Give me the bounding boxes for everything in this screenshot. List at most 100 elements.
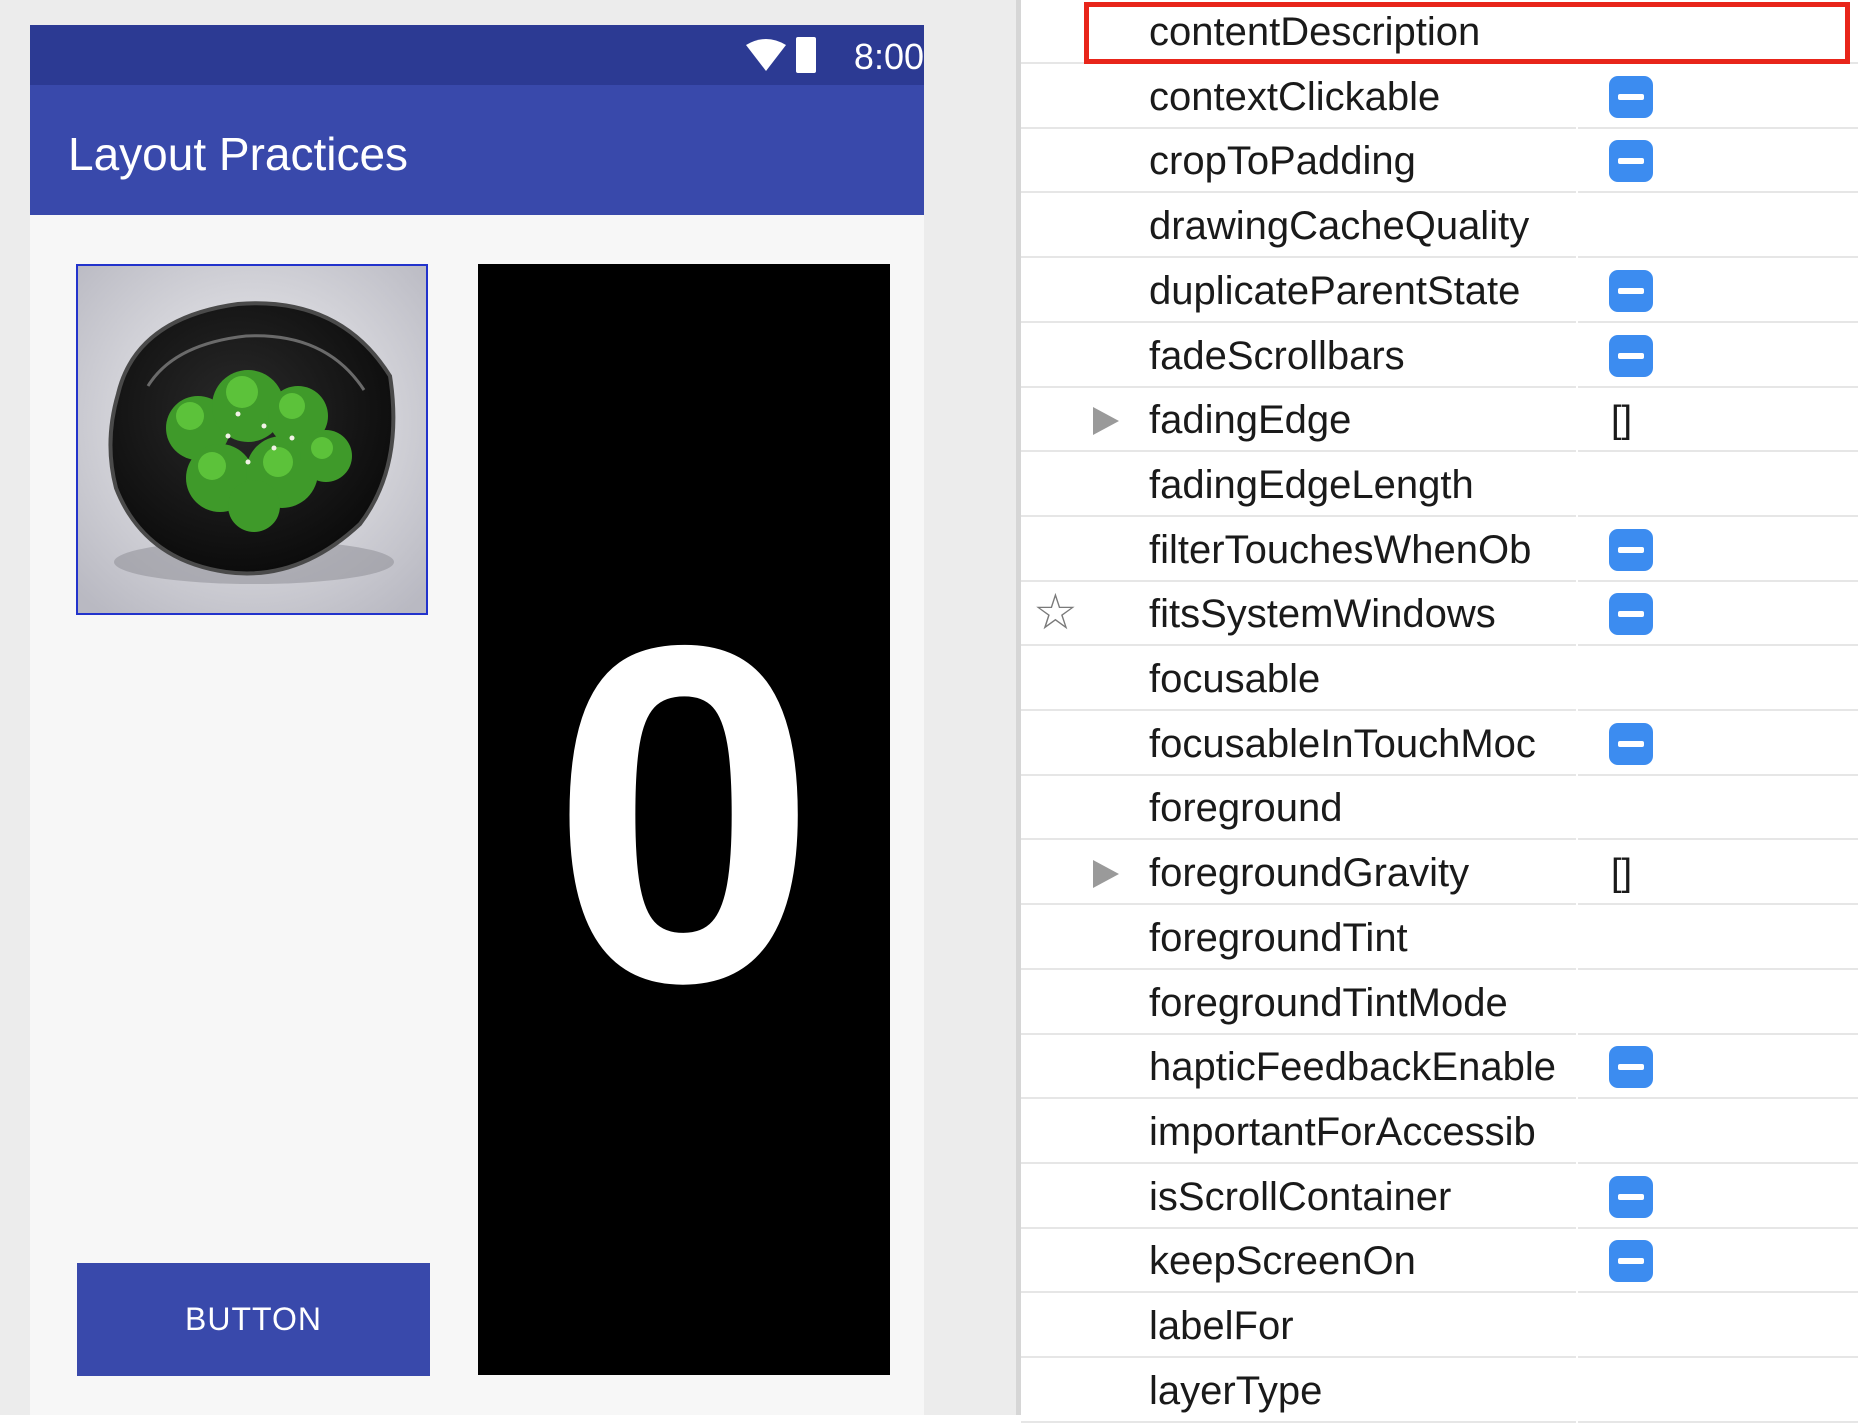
column-divider: [1576, 518, 1578, 582]
attribute-name: foregroundGravity: [1149, 851, 1470, 895]
attribute-row[interactable]: fadingEdge []: [1021, 388, 1858, 452]
minus-toggle-icon[interactable]: [1609, 1046, 1653, 1088]
minus-toggle-icon[interactable]: [1609, 335, 1653, 377]
attribute-name: focusable: [1149, 657, 1321, 701]
row-divider: [1021, 1356, 1858, 1358]
column-divider: [1576, 453, 1578, 517]
attribute-row[interactable]: duplicateParentState: [1021, 259, 1858, 323]
attribute-name: foregroundTintMode: [1149, 981, 1508, 1025]
attribute-name: drawingCacheQuality: [1149, 204, 1530, 248]
minus-toggle-icon[interactable]: [1609, 529, 1653, 571]
attribute-row[interactable]: cropToPadding: [1021, 129, 1858, 193]
counter-display: 0: [478, 264, 890, 1375]
column-divider: [1576, 388, 1578, 452]
column-divider: [1576, 647, 1578, 711]
attribute-row[interactable]: focusable: [1021, 647, 1858, 711]
minus-toggle-icon[interactable]: [1609, 723, 1653, 765]
column-divider: [1576, 194, 1578, 258]
column-divider: [1576, 906, 1578, 970]
row-divider: [1021, 191, 1858, 193]
attribute-row[interactable]: contextClickable: [1021, 65, 1858, 129]
column-divider: [1576, 1294, 1578, 1358]
column-divider: [1576, 324, 1578, 388]
column-divider: [1576, 971, 1578, 1035]
attribute-name: importantForAccessib: [1149, 1110, 1536, 1154]
minus-toggle-icon[interactable]: [1609, 140, 1653, 182]
attribute-row[interactable]: hapticFeedbackEnable: [1021, 1035, 1858, 1099]
attribute-row[interactable]: ☆ fitsSystemWindows: [1021, 582, 1858, 646]
row-divider: [1021, 1162, 1858, 1164]
attribute-row[interactable]: isScrollContainer: [1021, 1165, 1858, 1229]
attribute-name: focusableInTouchMoc: [1149, 722, 1536, 766]
minus-toggle-icon[interactable]: [1609, 1176, 1653, 1218]
column-divider: [1576, 65, 1578, 129]
attributes-inspector: contentDescription contextClickable cropTo…: [1021, 0, 1858, 1423]
attribute-name: labelFor: [1149, 1304, 1294, 1348]
attribute-name: keepScreenOn: [1149, 1239, 1416, 1283]
row-divider: [1021, 709, 1858, 711]
expand-arrow-icon[interactable]: [1093, 860, 1119, 888]
phone-screen: 8:00 Layout Practices 0 BUTTON: [30, 25, 924, 1415]
battery-icon: [796, 37, 816, 73]
app-title: Layout Practices: [68, 128, 409, 180]
column-divider: [1576, 1165, 1578, 1229]
column-divider: [1576, 1100, 1578, 1164]
attribute-name: cropToPadding: [1149, 139, 1416, 183]
expand-arrow-icon[interactable]: [1093, 407, 1119, 435]
column-divider: [1576, 259, 1578, 323]
attribute-row[interactable]: importantForAccessib: [1021, 1100, 1858, 1164]
row-divider: [1021, 1097, 1858, 1099]
row-divider: [1021, 62, 1858, 64]
row-divider: [1021, 903, 1858, 905]
minus-toggle-icon[interactable]: [1609, 270, 1653, 312]
column-divider: [1576, 841, 1578, 905]
column-divider: [1576, 1035, 1578, 1099]
broccoli-bowl-image[interactable]: [76, 264, 428, 615]
attribute-name: fadingEdgeLength: [1149, 463, 1474, 507]
column-divider: [1576, 1359, 1578, 1423]
attribute-value[interactable]: []: [1611, 396, 1632, 444]
column-divider: [1576, 776, 1578, 840]
attribute-row[interactable]: fadingEdgeLength: [1021, 453, 1858, 517]
attribute-name: contentDescription: [1149, 10, 1481, 54]
column-divider: [1576, 1229, 1578, 1293]
attribute-name: filterTouchesWhenOb: [1149, 528, 1532, 572]
attribute-name: fadingEdge: [1149, 398, 1352, 442]
attribute-row[interactable]: drawingCacheQuality: [1021, 194, 1858, 258]
minus-toggle-icon[interactable]: [1609, 76, 1653, 118]
attribute-name: fadeScrollbars: [1149, 334, 1405, 378]
minus-toggle-icon[interactable]: [1609, 593, 1653, 635]
counter-value: 0: [550, 545, 818, 1082]
attribute-name: duplicateParentState: [1149, 269, 1521, 313]
minus-toggle-icon[interactable]: [1609, 1240, 1653, 1282]
attribute-row[interactable]: layerType: [1021, 1359, 1858, 1423]
column-divider: [1576, 129, 1578, 193]
status-icons: [744, 33, 834, 82]
column-divider: [1576, 582, 1578, 646]
attribute-row[interactable]: foreground: [1021, 776, 1858, 840]
attribute-name: foreground: [1149, 786, 1343, 830]
status-time: 8:00: [853, 36, 924, 77]
attribute-row[interactable]: foregroundTintMode: [1021, 971, 1858, 1035]
attribute-value[interactable]: []: [1611, 849, 1632, 897]
app-bar: Layout Practices: [30, 85, 924, 215]
attribute-name: fitsSystemWindows: [1149, 592, 1496, 636]
star-icon[interactable]: ☆: [1033, 584, 1078, 640]
attribute-row[interactable]: keepScreenOn: [1021, 1229, 1858, 1293]
status-bar: 8:00: [30, 25, 924, 85]
attribute-row[interactable]: labelFor: [1021, 1294, 1858, 1358]
attribute-name: layerType: [1149, 1369, 1323, 1413]
attribute-name: foregroundTint: [1149, 916, 1408, 960]
attribute-row[interactable]: fadeScrollbars: [1021, 324, 1858, 388]
row-divider: [1021, 1291, 1858, 1293]
row-divider: [1021, 321, 1858, 323]
row-divider: [1021, 644, 1858, 646]
attribute-row[interactable]: contentDescription: [1021, 0, 1858, 64]
attribute-name: contextClickable: [1149, 75, 1441, 119]
attribute-row[interactable]: foregroundGravity []: [1021, 841, 1858, 905]
attribute-row[interactable]: filterTouchesWhenOb: [1021, 518, 1858, 582]
row-divider: [1021, 256, 1858, 258]
action-button[interactable]: BUTTON: [77, 1263, 430, 1376]
attribute-row[interactable]: foregroundTint: [1021, 906, 1858, 970]
attribute-row[interactable]: focusableInTouchMoc: [1021, 712, 1858, 776]
